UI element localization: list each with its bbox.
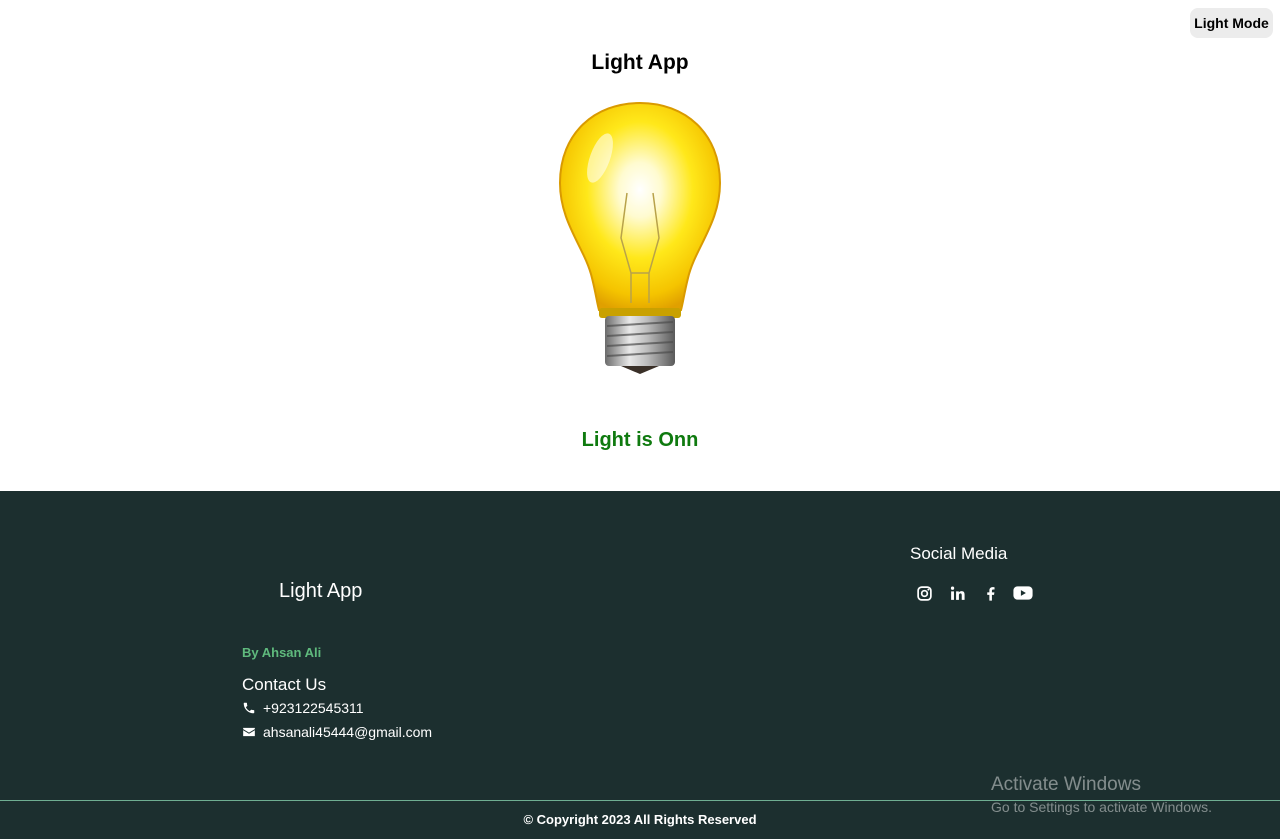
page-title: Light App — [591, 51, 689, 74]
email-address: ahsanali45444@gmail.com — [263, 724, 433, 740]
light-status-text: Light is Onn — [581, 429, 699, 451]
social-media-heading: Social Media — [910, 544, 1008, 563]
phone-icon — [242, 701, 256, 715]
contact-us-heading: Contact Us — [242, 675, 327, 694]
social-icons — [914, 583, 1033, 603]
youtube-icon[interactable] — [1013, 583, 1033, 603]
envelope-icon — [242, 725, 256, 739]
activate-windows-watermark: Activate Windows Go to Settings to activ… — [991, 774, 1212, 815]
watermark-title: Activate Windows — [991, 774, 1141, 795]
light-mode-toggle-button[interactable]: Light Mode — [1190, 8, 1273, 38]
facebook-icon[interactable] — [980, 583, 1000, 603]
footer-title: Light App — [279, 580, 363, 602]
light-bulb-icon[interactable] — [555, 98, 725, 378]
contact-email: ahsanali45444@gmail.com — [242, 724, 432, 740]
footer: Light App By Ahsan Ali Contact Us +92312… — [0, 491, 1280, 839]
copyright-text: © Copyright 2023 All Rights Reserved — [523, 812, 757, 827]
contact-phone: +923122545311 — [242, 700, 364, 716]
phone-number: +923122545311 — [263, 700, 364, 716]
instagram-icon[interactable] — [914, 583, 934, 603]
linkedin-icon[interactable] — [947, 583, 967, 603]
footer-divider — [0, 800, 1280, 801]
author-byline: By Ahsan Ali — [242, 645, 322, 660]
